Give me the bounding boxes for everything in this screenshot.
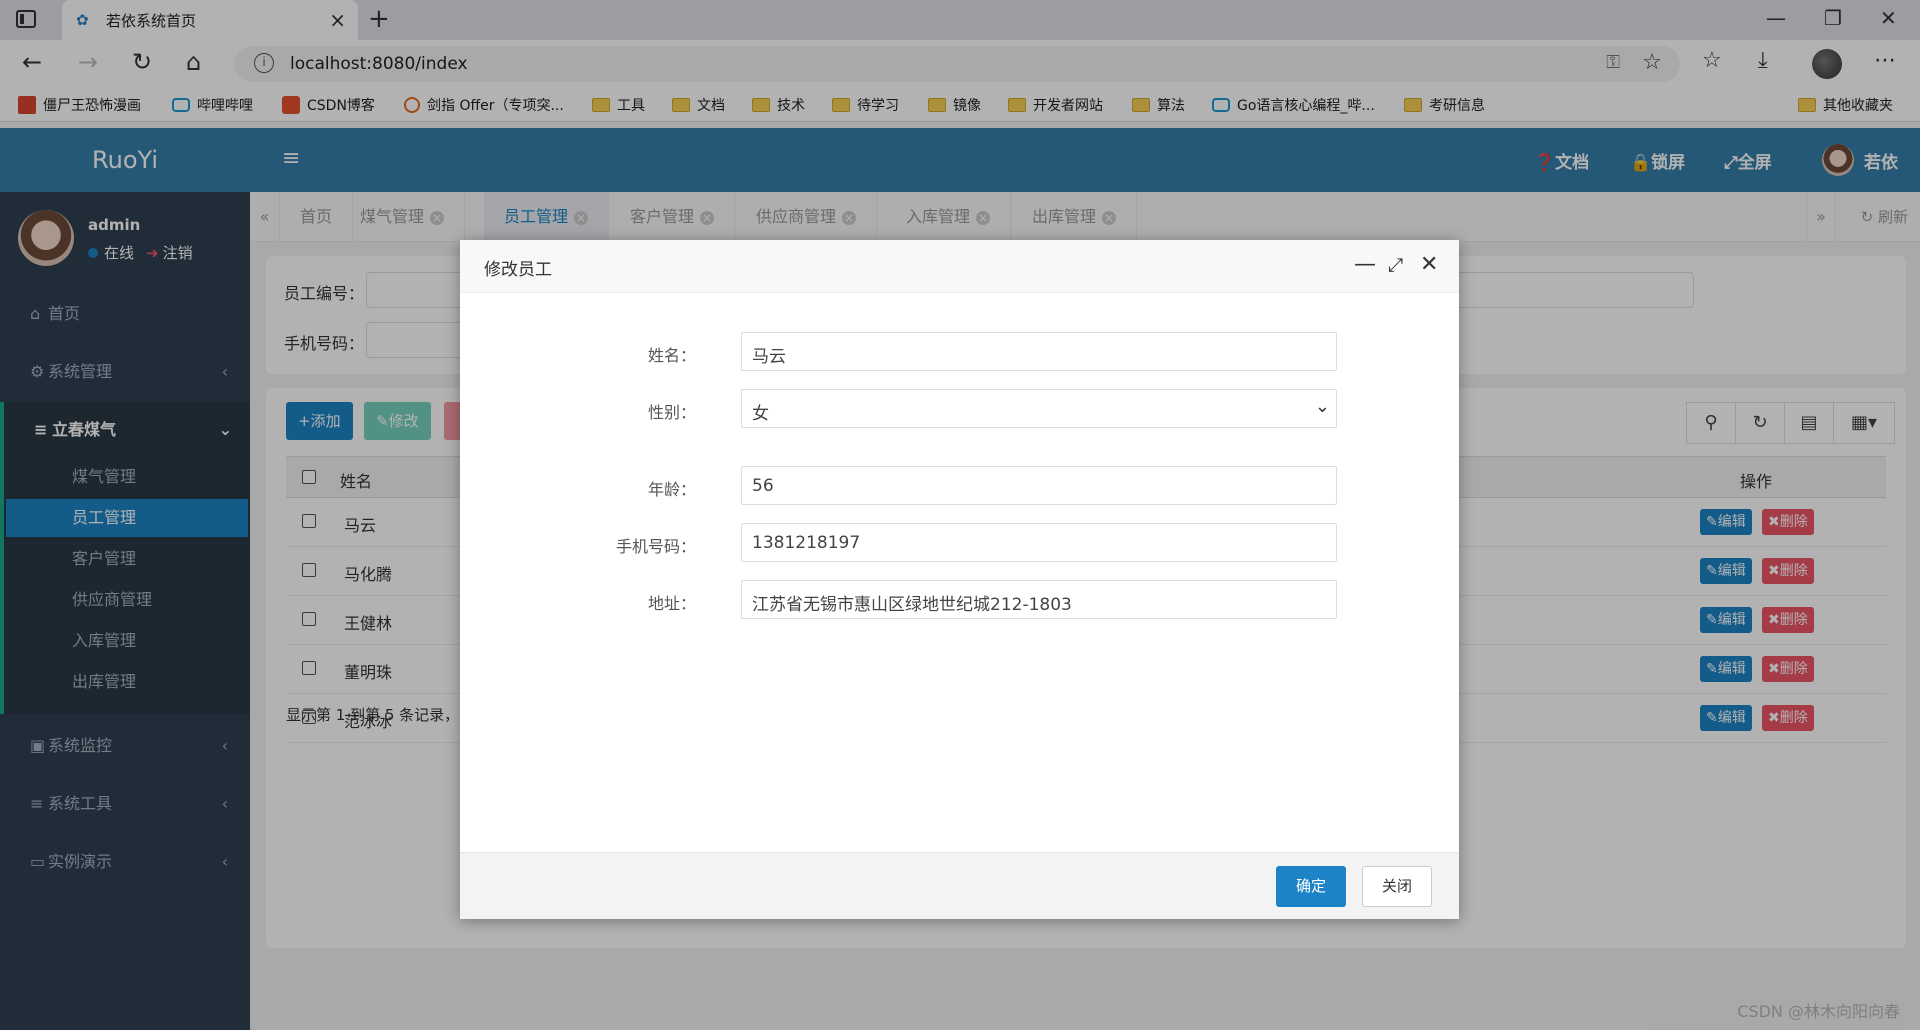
gender-select[interactable]: 女 ⌄ [741, 389, 1337, 428]
maximize-icon[interactable]: ⤢ [1388, 252, 1403, 278]
gender-label: 性别： [647, 403, 696, 422]
minimize-icon[interactable]: — [1354, 252, 1376, 278]
edit-employee-dialog: 修改员工 — ⤢ ✕ 姓名： 马云 性别： 女 ⌄ 年龄： 56 手机号码： 13… [460, 240, 1459, 919]
dialog-title: 修改员工 [484, 260, 552, 280]
age-label: 年龄： [647, 480, 696, 499]
close-button[interactable]: 关闭 [1362, 866, 1432, 907]
address-label: 地址： [647, 594, 696, 613]
phone-label: 手机号码： [615, 537, 696, 556]
address-field[interactable]: 江苏省无锡市惠山区绿地世纪城212-1803 [741, 580, 1337, 619]
close-icon[interactable]: ✕ [1420, 252, 1438, 278]
name-value: 马云 [752, 347, 786, 367]
address-value: 江苏省无锡市惠山区绿地世纪城212-1803 [752, 595, 1072, 615]
chevron-down-icon: ⌄ [1314, 396, 1330, 417]
dialog-footer: 确定 关闭 [460, 852, 1459, 919]
age-value: 56 [752, 476, 774, 496]
watermark: CSDN @林木向阳向春 [1737, 1002, 1900, 1021]
phone-value: 1381218197 [752, 533, 861, 553]
dialog-header: 修改员工 — ⤢ ✕ [460, 240, 1459, 293]
confirm-button[interactable]: 确定 [1276, 866, 1346, 907]
phone-field[interactable]: 1381218197 [741, 523, 1337, 562]
name-label: 姓名： [647, 346, 696, 365]
gender-value: 女 [752, 404, 769, 424]
age-field[interactable]: 56 [741, 466, 1337, 505]
name-field[interactable]: 马云 [741, 332, 1337, 371]
